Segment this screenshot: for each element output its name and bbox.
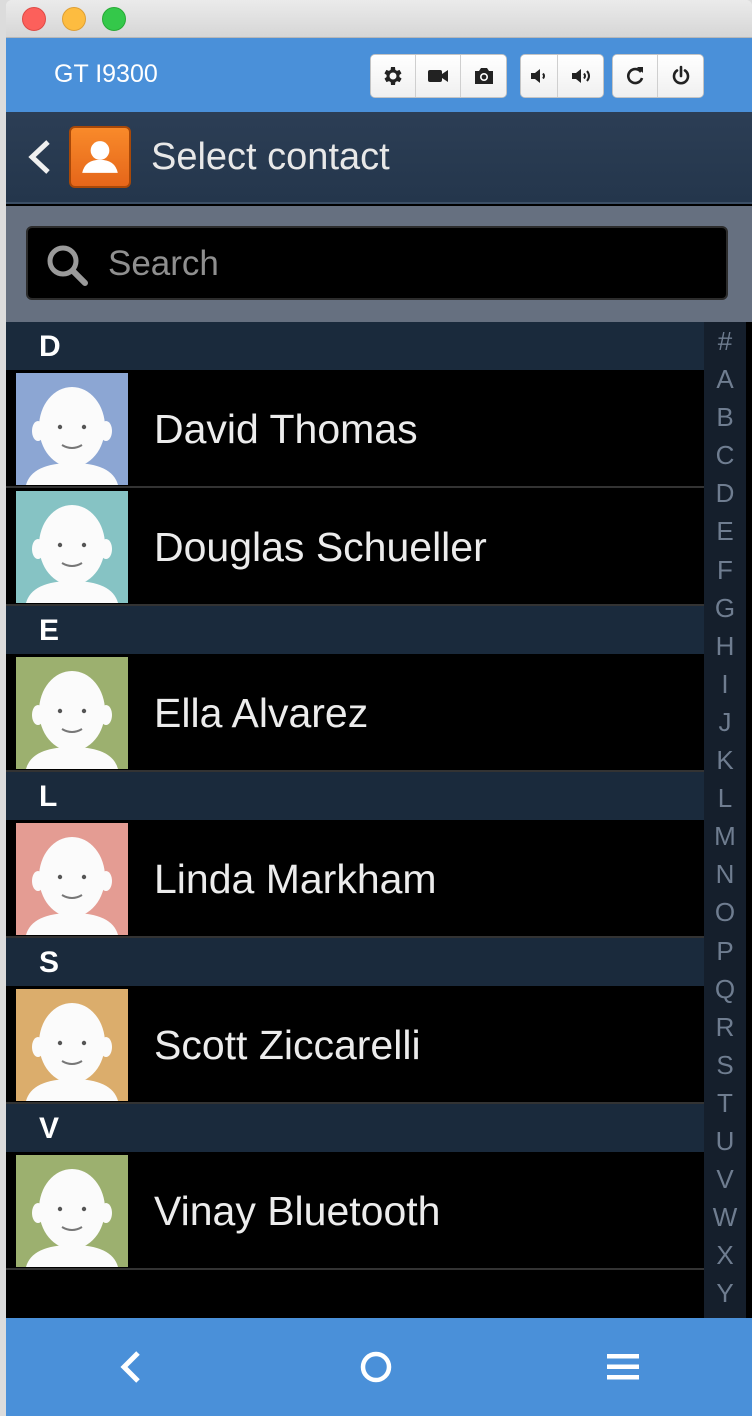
index-letter[interactable]: V [704,1160,746,1198]
search-area [6,206,752,322]
device-control-group [612,54,704,98]
index-letter[interactable]: X [704,1236,746,1274]
index-letter[interactable]: P [704,932,746,970]
search-input[interactable] [108,238,708,290]
index-letter[interactable]: C [704,436,746,474]
action-bar: Select contact [6,112,752,204]
navigation-bar [6,1318,752,1416]
avatar [16,373,128,485]
contact-row[interactable]: Scott Ziccarelli [6,986,704,1104]
index-letter[interactable]: F [704,551,746,589]
emulator-toolbar: GT I9300 [6,38,752,112]
index-letter[interactable]: W [704,1198,746,1236]
index-letter[interactable]: I [704,665,746,703]
index-letter[interactable]: Y [704,1274,746,1312]
contact-row[interactable]: Douglas Schueller [6,488,704,606]
minimize-window-button[interactable] [62,7,86,31]
contact-row[interactable]: Vinay Bluetooth [6,1152,704,1270]
volume-down-button[interactable] [521,55,558,97]
nav-menu-button[interactable] [600,1344,646,1390]
volume-up-icon [571,69,590,83]
home-icon [360,1351,392,1383]
back-icon [120,1351,140,1383]
rotate-icon [627,67,644,85]
search-icon [47,245,88,286]
index-letter[interactable]: U [704,1122,746,1160]
capture-button-group [370,54,507,98]
settings-icon [384,67,402,85]
settings-button[interactable] [371,55,416,97]
chevron-left-icon[interactable] [24,137,54,177]
section-header: E [6,606,704,654]
volume-down-icon [531,69,545,83]
volume-up-button[interactable] [558,55,603,97]
record-video-button[interactable] [416,55,461,97]
video-record-icon [428,70,448,82]
device-screen: Select contact D David Thomas Douglas Schu… [6,112,752,1318]
contact-row[interactable]: Ella Alvarez [6,654,704,772]
index-letter[interactable]: # [704,322,746,360]
emulator-window: GT I9300 Select contact Search D David T… [6,0,752,1416]
index-letter[interactable]: J [704,703,746,741]
index-letter[interactable]: N [704,855,746,893]
index-letter[interactable]: R [704,1008,746,1046]
window-titlebar [6,0,752,38]
page-title: Select contact [151,136,390,178]
menu-icon [607,1354,639,1380]
index-letter[interactable]: T [704,1084,746,1122]
search-box[interactable] [26,226,728,300]
index-letter[interactable]: A [704,360,746,398]
avatar [16,989,128,1101]
section-header: L [6,772,704,820]
screenshot-button[interactable] [461,55,506,97]
index-letter[interactable]: E [704,512,746,550]
alphabet-index-bar[interactable]: # A B C D E F G H I J K L M N O P Q R S T U V W X Y [704,322,746,1318]
volume-button-group [520,54,604,98]
avatar [16,657,128,769]
contact-name: Ella Alvarez [154,690,369,736]
contact-row[interactable]: David Thomas [6,370,704,488]
index-letter[interactable]: H [704,627,746,665]
contact-name: Douglas Schueller [154,524,487,570]
index-letter[interactable]: L [704,779,746,817]
section-header: D [6,322,704,370]
contact-list[interactable]: D David Thomas Douglas Schueller E Ella Alva… [6,322,704,1318]
index-letter[interactable]: D [704,474,746,512]
index-letter[interactable]: M [704,817,746,855]
avatar [16,823,128,935]
rotate-button[interactable] [613,55,658,97]
contact-name: Vinay Bluetooth [154,1188,441,1234]
nav-home-button[interactable] [353,1344,399,1390]
index-letter[interactable]: G [704,589,746,627]
camera-icon [474,68,493,84]
power-button[interactable] [658,55,703,97]
index-letter[interactable]: O [704,893,746,931]
index-letter[interactable]: S [704,1046,746,1084]
contact-row[interactable]: Linda Markham [6,820,704,938]
nav-back-button[interactable] [108,1344,154,1390]
device-name: GT I9300 [54,60,158,88]
contact-name: Linda Markham [154,856,437,902]
zoom-window-button[interactable] [102,7,126,31]
avatar [16,491,128,603]
contact-name: David Thomas [154,406,418,452]
section-header: V [6,1104,704,1152]
section-header: S [6,938,704,986]
index-letter[interactable]: B [704,398,746,436]
index-letter[interactable]: K [704,741,746,779]
power-icon [672,65,689,85]
contact-name: Scott Ziccarelli [154,1022,421,1068]
avatar [16,1155,128,1267]
contacts-app-icon [69,126,131,188]
index-letter[interactable]: Q [704,970,746,1008]
close-window-button[interactable] [22,7,46,31]
